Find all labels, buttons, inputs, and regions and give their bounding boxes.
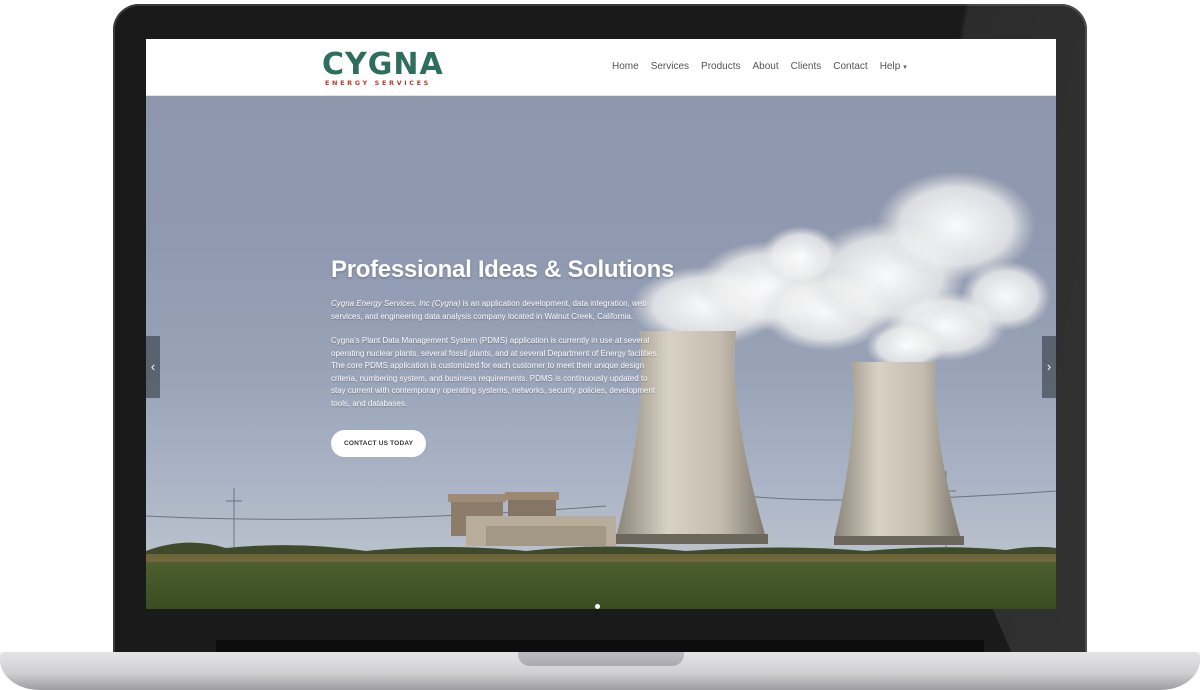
nav-item-home[interactable]: Home xyxy=(612,61,639,72)
nav-item-products[interactable]: Products xyxy=(701,61,740,72)
nav-help-label: Help xyxy=(879,61,901,72)
reactor-buildings xyxy=(448,492,616,546)
nav-item-contact[interactable]: Contact xyxy=(833,61,867,72)
cooling-tower-2 xyxy=(834,362,961,539)
hero-content: Professional Ideas & Solutions Cygna Ene… xyxy=(331,256,675,457)
hero-slider: Professional Ideas & Solutions Cygna Ene… xyxy=(146,96,1056,609)
site-logo[interactable]: CYGNA ENERGY SERVICES xyxy=(322,49,466,89)
laptop-mockup: CYGNA ENERGY SERVICES Home Services Prod… xyxy=(0,0,1200,690)
contact-us-button[interactable]: CONTACT US TODAY xyxy=(331,430,427,457)
browser-screen: CYGNA ENERGY SERVICES Home Services Prod… xyxy=(146,39,1056,609)
slider-dot[interactable] xyxy=(595,604,600,609)
hero-intro: Cygna Energy Services, Inc (Cygna) is an… xyxy=(331,298,661,323)
laptop-hinge xyxy=(216,640,984,652)
slider-prev-arrow[interactable]: ‹ xyxy=(146,336,160,398)
chevron-down-icon: ▾ xyxy=(903,64,907,71)
site-header: CYGNA ENERGY SERVICES Home Services Prod… xyxy=(146,39,1056,96)
logo-tagline: ENERGY SERVICES xyxy=(325,79,431,87)
logo-wordmark: CYGNA xyxy=(322,47,444,82)
nav-item-help[interactable]: Help ▾ xyxy=(880,61,907,72)
hero-pdms-description: Cygna's Plant Data Management System (PD… xyxy=(331,336,659,408)
laptop-notch xyxy=(518,652,684,666)
hero-title: Professional Ideas & Solutions xyxy=(331,256,675,283)
nav-item-services[interactable]: Services xyxy=(651,61,689,72)
company-name: Cygna Energy Services, Inc (Cygna) xyxy=(331,299,461,308)
nav-item-clients[interactable]: Clients xyxy=(791,61,822,72)
main-nav: Home Services Products About Clients Con… xyxy=(612,61,919,72)
slider-next-arrow[interactable]: › xyxy=(1042,336,1056,398)
nav-item-about[interactable]: About xyxy=(753,61,779,72)
